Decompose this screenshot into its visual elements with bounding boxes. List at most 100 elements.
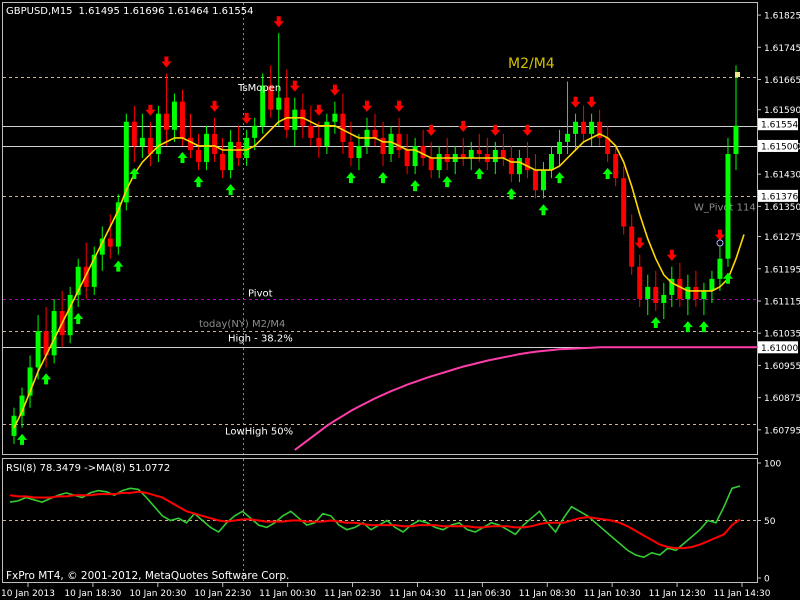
candle-body xyxy=(492,149,498,163)
m2m4-annotation: M2/M4 xyxy=(508,56,555,72)
candle-body xyxy=(420,145,426,159)
candle-body xyxy=(717,258,723,279)
candle-body xyxy=(677,278,683,299)
level-label: W_Pivot 114 xyxy=(694,203,756,214)
x-tick-label: 11 Jan 06:30 xyxy=(454,589,511,599)
y-tick-label: 1.61590 xyxy=(764,106,800,116)
candle-body xyxy=(557,141,562,154)
x-tick-label: 10 Jan 20:30 xyxy=(129,589,186,599)
symbol-header: GBPUSD,M15 1.61495 1.61696 1.61464 1.6155… xyxy=(6,6,254,17)
today-ny-annotation: today(NY) M2/M4 xyxy=(199,319,285,330)
y-tick-label: 1.60795 xyxy=(764,426,800,436)
candle-body xyxy=(404,149,410,167)
candle-body xyxy=(589,121,595,134)
candle-body xyxy=(67,294,73,336)
price-tag-label: 1.61554 xyxy=(761,121,798,131)
price-tag-label: 1.61500 xyxy=(761,142,798,152)
price-marker-icon xyxy=(735,72,740,77)
candle-body xyxy=(468,149,474,159)
candle-body xyxy=(693,286,699,299)
copyright-label: FxPro MT4, © 2001-2012, MetaQuotes Softw… xyxy=(6,570,289,582)
level-label: Pivot xyxy=(248,289,273,300)
candle-body xyxy=(179,101,185,138)
candle-body xyxy=(316,137,322,146)
candle-body xyxy=(308,125,314,138)
candle-body xyxy=(196,149,202,163)
candle-body xyxy=(548,154,554,171)
x-tick-label: 11 Jan 12:30 xyxy=(649,589,706,599)
level-label: High - 38.2% xyxy=(228,334,293,345)
candle-body xyxy=(500,149,506,159)
price-tag-label: 1.61376 xyxy=(761,192,798,202)
candle-body xyxy=(276,97,282,110)
candle-body xyxy=(629,226,635,267)
candle-body xyxy=(725,154,731,259)
candle-body xyxy=(476,149,482,154)
candle-body xyxy=(733,125,739,154)
candle-body xyxy=(252,125,258,138)
candle-body xyxy=(436,154,442,171)
y-tick-label: 1.61665 xyxy=(764,76,800,86)
rsi-y-tick-label: 50 xyxy=(764,517,776,527)
y-tick-label: 1.61275 xyxy=(764,233,800,243)
candle-body xyxy=(340,113,346,142)
y-tick-label: 1.60875 xyxy=(764,394,800,404)
candle-body xyxy=(35,331,41,368)
candle-body xyxy=(685,286,691,299)
candle-body xyxy=(581,121,587,134)
candle-body xyxy=(131,121,137,146)
ohlc-label: 1.61495 1.61696 1.61464 1.61554 xyxy=(79,6,254,17)
candle-body xyxy=(284,97,290,130)
candle-body xyxy=(709,278,715,291)
candle-body xyxy=(171,101,177,130)
x-tick-label: 10 Jan 2013 xyxy=(1,589,55,599)
candle-body xyxy=(412,145,418,167)
candle-body xyxy=(653,286,659,303)
tsmopen-annotation: TsMopen xyxy=(237,83,281,94)
x-tick-label: 11 Jan 02:30 xyxy=(324,589,381,599)
rsi-y-tick-label: 100 xyxy=(764,460,781,470)
candle-body xyxy=(388,133,394,154)
candle-body xyxy=(204,133,210,163)
candle-body xyxy=(661,294,667,303)
x-tick-label: 11 Jan 10:30 xyxy=(584,589,641,599)
x-tick-label: 10 Jan 22:30 xyxy=(194,589,251,599)
candle-body xyxy=(573,121,579,134)
candle-body xyxy=(212,133,218,154)
candle-body xyxy=(228,141,234,171)
candle-body xyxy=(645,286,651,299)
y-tick-label: 1.61825 xyxy=(764,12,800,22)
candle-body xyxy=(516,158,522,175)
candle-body xyxy=(701,290,707,299)
rsi-y-tick-label: 0 xyxy=(764,575,770,585)
candle-body xyxy=(532,170,538,191)
symbol-label: GBPUSD,M15 xyxy=(6,6,73,17)
candle-body xyxy=(524,158,530,171)
candle-body xyxy=(348,141,354,159)
y-tick-label: 1.61035 xyxy=(764,330,800,340)
price-tag-label: 1.61000 xyxy=(761,344,798,354)
candle-body xyxy=(356,145,362,159)
candle-body xyxy=(428,158,434,171)
y-tick-label: 1.61745 xyxy=(764,44,800,54)
y-tick-label: 1.61115 xyxy=(764,297,800,307)
x-tick-label: 10 Jan 18:30 xyxy=(64,589,121,599)
rsi-label: RSI(8) 78.3479 ->MA(8) 51.0772 xyxy=(6,463,170,474)
level-label: LowHigh 50% xyxy=(225,427,293,438)
y-tick-label: 1.61195 xyxy=(764,265,800,275)
candle-body xyxy=(163,113,169,130)
y-tick-label: 1.61430 xyxy=(764,171,800,181)
candle-body xyxy=(637,266,643,299)
y-tick-label: 1.61350 xyxy=(764,203,800,213)
chart-canvas: W_Pivot 114PivotHigh - 38.2%LowHigh 50% … xyxy=(0,0,800,600)
candle-body xyxy=(292,109,298,130)
candle-body xyxy=(372,129,378,138)
candle-body xyxy=(139,137,145,146)
candle-body xyxy=(332,113,338,122)
candle-body xyxy=(565,133,571,142)
x-tick-label: 11 Jan 14:30 xyxy=(714,589,771,599)
candle-body xyxy=(220,154,226,171)
candle-body xyxy=(244,137,250,159)
candle-body xyxy=(51,311,57,356)
candle-body xyxy=(613,154,619,179)
